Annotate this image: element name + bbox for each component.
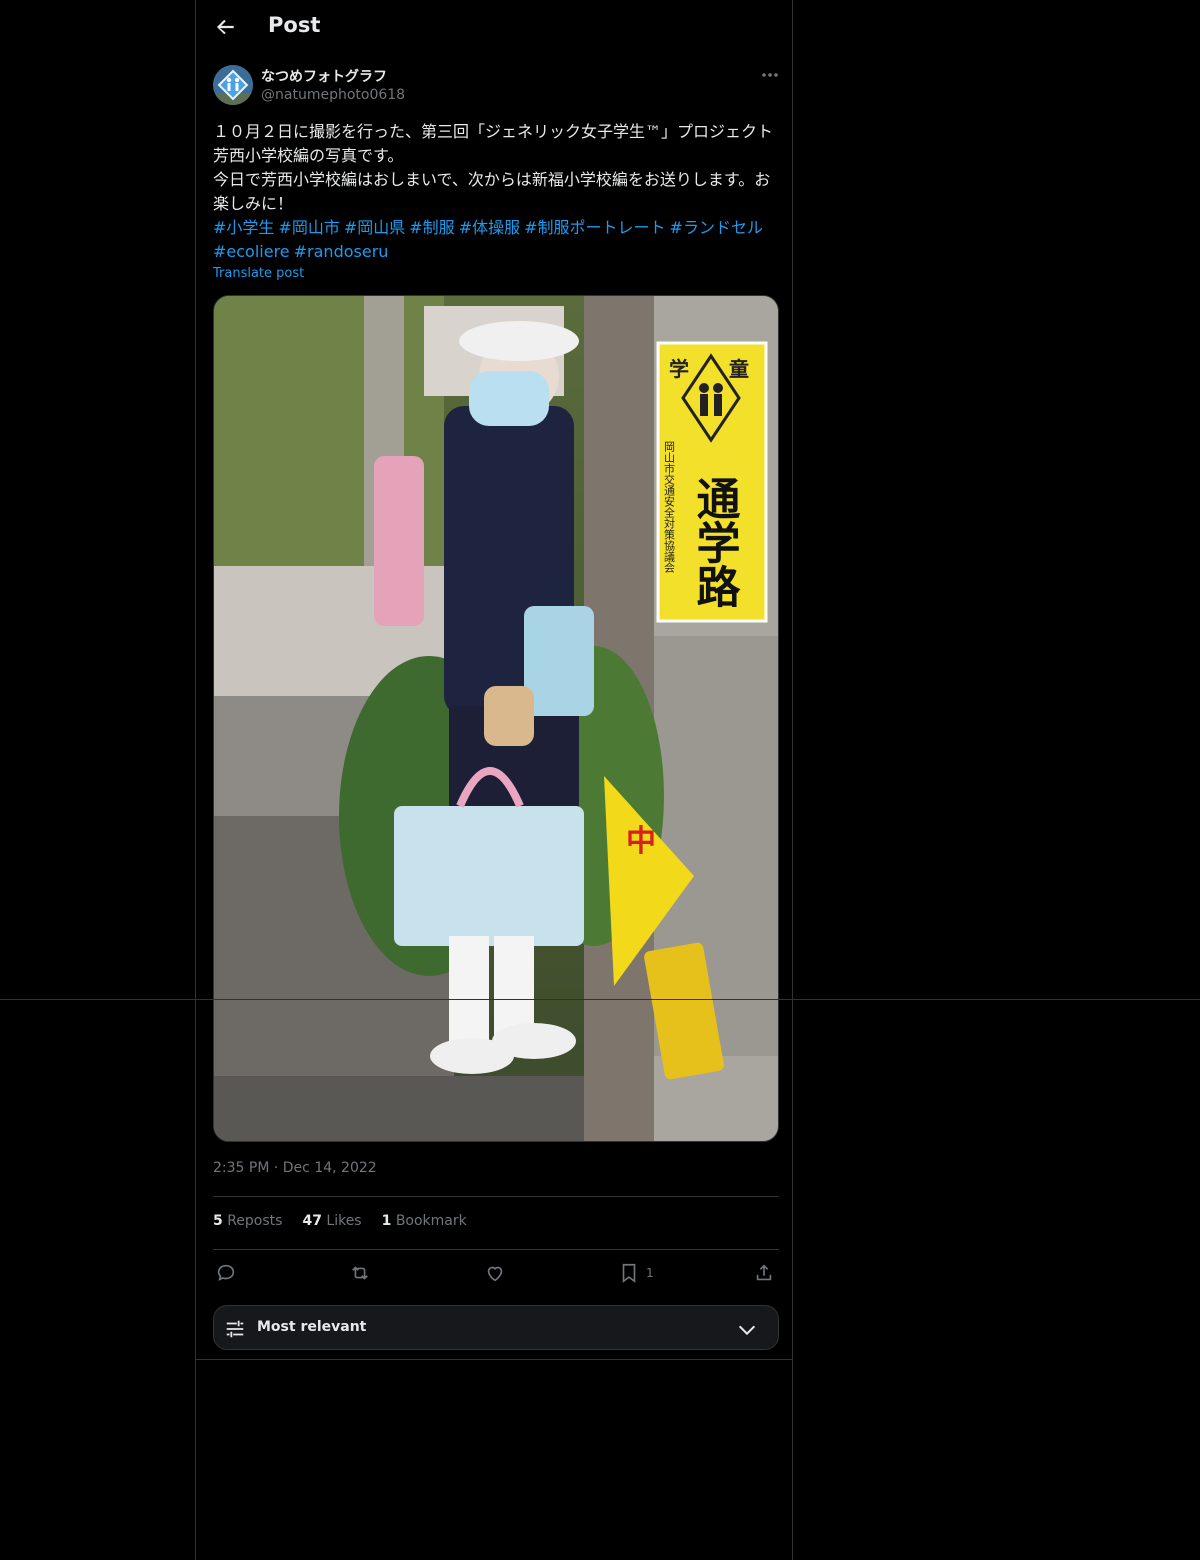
- post-text: １０月２日に撮影を行った、第三回「ジェネリック女子学生™」プロジェクト 芳西小学…: [213, 120, 773, 216]
- repost-icon: [352, 1266, 368, 1280]
- post-text-line: 今日で芳西小学校編はおしまいで、次からは新福小学校編をお送りします。お楽しみに！: [213, 170, 771, 213]
- sort-label: Most relevant: [257, 1319, 367, 1335]
- hashtag-link[interactable]: #制服ポートレート: [524, 218, 665, 237]
- likes-stat[interactable]: 47 Likes: [302, 1213, 361, 1229]
- post-text-line: １０月２日に撮影を行った、第三回「ジェネリック女子学生™」プロジェクト 芳西小学…: [213, 122, 774, 165]
- bookmark-icon: [622, 1263, 636, 1283]
- post-time: 2:35 PM: [213, 1160, 270, 1176]
- hashtag-link[interactable]: #岡山県: [344, 218, 405, 237]
- sign-top-left-text: 学: [669, 357, 689, 381]
- hashtag-link[interactable]: #制服: [409, 218, 454, 237]
- bookmarks-label: Bookmark: [395, 1213, 467, 1229]
- repost-button[interactable]: [349, 1258, 371, 1288]
- sign-side-text: 岡山市交通安全対策協議会: [663, 441, 676, 573]
- photo-illustration: 学 童 通学路 岡山市交通安全対策協議会 中: [214, 296, 778, 1141]
- translate-post-link[interactable]: Translate post: [213, 266, 304, 281]
- hashtag-link[interactable]: #ランドセル: [670, 218, 763, 237]
- bookmarks-stat[interactable]: 1 Bookmark: [382, 1213, 467, 1229]
- post-column: Post なつめフォトグラフ @natumephoto0618 １０月２日に撮影…: [195, 0, 793, 1560]
- bookmark-button[interactable]: 1: [618, 1258, 654, 1288]
- post-stats: 5 Reposts 47 Likes 1 Bookmark: [213, 1213, 467, 1229]
- divider: [213, 1196, 779, 1197]
- page-title: Post: [268, 13, 321, 37]
- sliders-icon: [226, 1320, 244, 1338]
- hashtag-link[interactable]: #小学生: [213, 218, 274, 237]
- share-icon: [756, 1264, 772, 1281]
- more-options-icon[interactable]: [759, 66, 781, 84]
- likes-count: 47: [302, 1213, 322, 1229]
- reposts-label: Reposts: [227, 1213, 283, 1229]
- post-timestamp[interactable]: 2:35 PM · Dec 14, 2022: [213, 1160, 377, 1176]
- hashtag-link[interactable]: #ecoliere: [213, 242, 290, 261]
- reply-button[interactable]: [215, 1258, 237, 1288]
- hashtag-list: #小学生 #岡山市 #岡山県 #制服 #体操服 #制服ポートレート #ランドセル #ecoli…: [213, 216, 773, 264]
- divider: [213, 1249, 779, 1250]
- timestamp-separator: ·: [273, 1160, 279, 1176]
- school-crossing-icon: [213, 65, 253, 105]
- sign-main-text: 通学路: [689, 476, 741, 608]
- bookmark-count: 1: [646, 1266, 654, 1280]
- author-display-name[interactable]: なつめフォトグラフ: [261, 66, 387, 86]
- action-bar: 1: [213, 1258, 779, 1290]
- likes-label: Likes: [326, 1213, 362, 1229]
- like-button[interactable]: [484, 1258, 506, 1288]
- sign-top-right-text: 童: [729, 357, 749, 381]
- reposts-stat[interactable]: 5 Reposts: [213, 1213, 282, 1229]
- post-header: Post: [196, 0, 794, 54]
- heart-icon: [487, 1266, 503, 1282]
- flag-text: 中: [626, 824, 656, 859]
- reply-sort-dropdown[interactable]: Most relevant: [213, 1305, 779, 1350]
- post-photo[interactable]: 学 童 通学路 岡山市交通安全対策協議会 中: [213, 295, 779, 1142]
- reposts-count: 5: [213, 1213, 223, 1229]
- post-date: Dec 14, 2022: [282, 1160, 377, 1176]
- hashtag-link[interactable]: #岡山市: [278, 218, 339, 237]
- arrow-left-icon[interactable]: [212, 14, 238, 40]
- bookmarks-count: 1: [381, 1213, 392, 1229]
- chevron-down-icon: [738, 1325, 756, 1336]
- author-handle[interactable]: @natumephoto0618: [261, 87, 405, 103]
- share-button[interactable]: [753, 1258, 775, 1288]
- hashtag-link[interactable]: #randoseru: [294, 242, 389, 261]
- section-divider: [195, 1359, 793, 1360]
- avatar[interactable]: [213, 65, 253, 105]
- hashtag-link[interactable]: #体操服: [459, 218, 520, 237]
- reply-icon: [217, 1264, 235, 1281]
- window-divider-line: [0, 999, 1200, 1000]
